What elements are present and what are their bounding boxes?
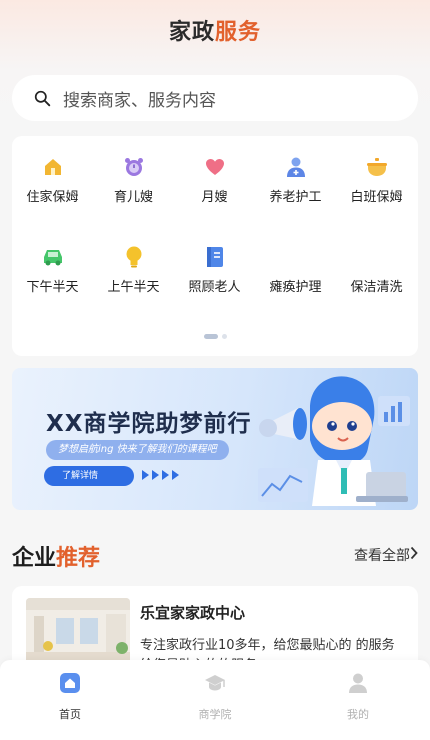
search-icon [34, 90, 51, 106]
page-title: 家政服务 [0, 14, 430, 46]
category-label: 白班保姆 [350, 190, 403, 205]
tab-label: 商学院 [198, 708, 232, 721]
category-label: 月嫂 [201, 190, 228, 205]
recommend-section-header: 企业推荐 查看全部 [12, 540, 418, 571]
category-morning-half-day[interactable]: 上午半天 [93, 244, 174, 295]
page-title-part1: 家政 [168, 20, 215, 45]
category-afternoon-half-day[interactable]: 下午半天 [12, 244, 93, 295]
house-icon [40, 154, 66, 180]
person-icon [349, 673, 367, 693]
page-dot[interactable] [221, 334, 227, 339]
category-maternity-nanny[interactable]: 月嫂 [174, 154, 255, 205]
category-elderly-caregiver[interactable]: 养老护工 [255, 154, 336, 205]
tab-label: 首页 [59, 708, 81, 721]
pot-icon [364, 154, 390, 180]
category-label: 住家保姆 [26, 190, 79, 205]
banner-subtitle: 梦想启航ing 快来了解我们的课程吧 [46, 440, 229, 460]
recommend-title-part2: 推荐 [56, 546, 101, 571]
chevron-right-icon[interactable] [410, 546, 418, 560]
tab-profile[interactable]: 我的 [318, 672, 398, 722]
category-label: 养老护工 [269, 190, 322, 205]
heart-icon [202, 154, 228, 180]
category-label: 保洁清洗 [350, 280, 403, 295]
bottom-tab-bar: 首页 商学院 我的 [0, 660, 430, 740]
car-icon [40, 244, 66, 270]
tab-home[interactable]: 首页 [30, 672, 110, 722]
search-bar[interactable]: 搜索商家、服务内容 [12, 75, 418, 121]
page-dot-active[interactable] [203, 334, 218, 339]
recommend-title-part1: 企业 [12, 546, 57, 571]
book-icon [202, 244, 228, 270]
blank-icon [283, 244, 309, 270]
page-indicator [12, 334, 418, 339]
blank-icon [364, 244, 390, 270]
category-childcare[interactable]: 育儿嫂 [93, 154, 174, 205]
category-label: 下午半天 [26, 280, 79, 295]
category-label: 照顾老人 [188, 280, 241, 295]
category-paralysis-care[interactable]: 瘫痪护理 [255, 244, 336, 295]
lightbulb-icon [121, 244, 147, 270]
tab-label: 我的 [347, 708, 369, 721]
tab-business-school[interactable]: 商学院 [175, 672, 255, 722]
search-placeholder[interactable]: 搜索商家、服务内容 [63, 86, 216, 111]
mascot-illustration [258, 376, 410, 506]
category-grid: 住家保姆 育儿嫂 月嫂 养老护工 白班保姆 下午半天 上午半天 照顾老人 瘫痪护… [12, 136, 418, 356]
category-label: 上午半天 [107, 280, 160, 295]
alarm-clock-icon [121, 154, 147, 180]
user-plus-icon [283, 154, 309, 180]
category-label: 瘫痪护理 [269, 280, 322, 295]
business-thumbnail [26, 598, 130, 668]
arrows-decoration [142, 470, 179, 480]
banner-learn-more-button[interactable]: 了解详情 [44, 466, 134, 486]
category-live-in-nanny[interactable]: 住家保姆 [12, 154, 93, 205]
category-day-nanny[interactable]: 白班保姆 [336, 154, 417, 205]
home-icon [60, 673, 80, 693]
view-all-link[interactable]: 查看全部 [354, 545, 410, 565]
category-cleaning[interactable]: 保洁清洗 [336, 244, 417, 295]
category-label: 育儿嫂 [113, 190, 153, 205]
category-elderly-care[interactable]: 照顾老人 [174, 244, 255, 295]
page-title-part2: 服务 [215, 20, 262, 45]
graduation-cap-icon [205, 675, 225, 691]
banner-title: XX商学院助梦前行 [46, 411, 252, 437]
promo-banner[interactable]: XX商学院助梦前行 梦想启航ing 快来了解我们的课程吧 了解详情 [12, 368, 418, 510]
business-name: 乐宜家家政中心 [140, 604, 246, 622]
